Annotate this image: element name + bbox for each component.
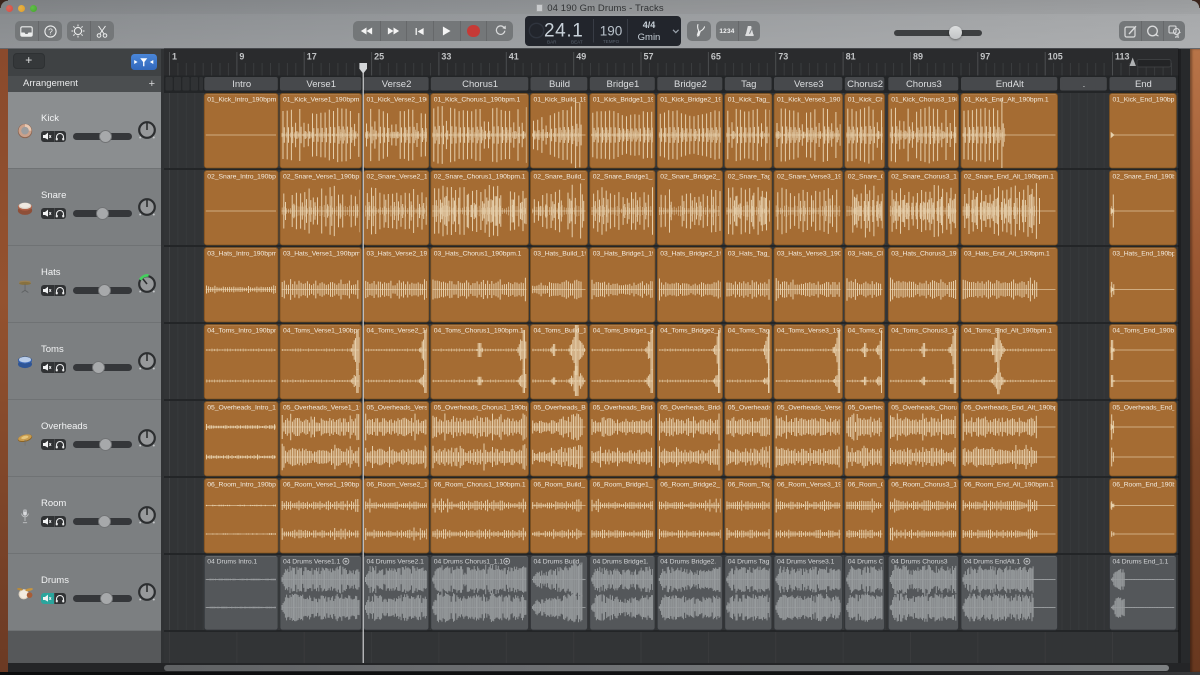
svg-text:End: End bbox=[1135, 79, 1152, 90]
svg-text:01_Kick_Chorus1_190bpm.1: 01_Kick_Chorus1_190bpm.1 bbox=[434, 97, 521, 104]
svg-text:01_Kick_End_Alt_190bpm.1: 01_Kick_End_Alt_190bpm.1 bbox=[964, 97, 1049, 104]
svg-text:1: 1 bbox=[172, 52, 177, 62]
svg-text:Chorus3: Chorus3 bbox=[906, 79, 942, 90]
svg-text:33: 33 bbox=[441, 52, 451, 62]
svg-text:Bridge2: Bridge2 bbox=[674, 79, 707, 90]
svg-text:41: 41 bbox=[509, 52, 519, 62]
svg-text:73: 73 bbox=[778, 52, 788, 62]
svg-text:03_Hats_Chorus1_190bpm.1: 03_Hats_Chorus1_190bpm.1 bbox=[434, 251, 522, 258]
svg-text:04 Drums Chorus1_1.1: 04 Drums Chorus1_1.1 bbox=[434, 559, 504, 566]
svg-text:Build: Build bbox=[549, 79, 570, 90]
svg-text:105: 105 bbox=[1048, 52, 1063, 62]
svg-text:4/4: 4/4 bbox=[643, 20, 656, 30]
svg-text:06_Room_Chorus1_190bpm.1: 06_Room_Chorus1_190bpm.1 bbox=[434, 482, 526, 489]
svg-text:05_Overheads_End_Alt_190bpm.1: 05_Overheads_End_Alt_190bpm.1 bbox=[964, 405, 1069, 412]
svg-text:190: 190 bbox=[600, 24, 623, 39]
svg-text:02_Snare_Chorus1_190bpm.1: 02_Snare_Chorus1_190bpm.1 bbox=[434, 174, 526, 181]
svg-text:BAR: BAR bbox=[547, 40, 557, 45]
svg-text:04_Toms_Intro_190bpm.1: 04_Toms_Intro_190bpm.1 bbox=[207, 328, 285, 335]
svg-text:04 Drums Intro.1: 04 Drums Intro.1 bbox=[207, 559, 257, 566]
svg-text:03_Hats_Intro_190bpm.1: 03_Hats_Intro_190bpm.1 bbox=[207, 251, 283, 258]
svg-text:04 Drums Bridge2.: 04 Drums Bridge2. bbox=[660, 559, 716, 566]
svg-text:97: 97 bbox=[980, 52, 990, 62]
svg-text:03_Hats_Verse1_190bpm.1: 03_Hats_Verse1_190bpm.1 bbox=[283, 251, 366, 258]
svg-text:113: 113 bbox=[1115, 52, 1130, 62]
svg-text:?: ? bbox=[48, 26, 53, 36]
svg-text:03_Hats_End_Alt_190bpm.1: 03_Hats_End_Alt_190bpm.1 bbox=[964, 251, 1050, 258]
svg-text:06_Room_Verse1_190bpm.1: 06_Room_Verse1_190bpm.1 bbox=[283, 482, 371, 489]
svg-text:9: 9 bbox=[239, 52, 244, 62]
svg-text:04_Toms_Chorus1_190bpm.1: 04_Toms_Chorus1_190bpm.1 bbox=[434, 328, 524, 335]
svg-text:TEMPO: TEMPO bbox=[603, 39, 620, 44]
svg-text:04 Drums End_1.1: 04 Drums End_1.1 bbox=[1113, 559, 1169, 566]
svg-text:04 Drums EndAlt.1: 04 Drums EndAlt.1 bbox=[964, 559, 1020, 566]
svg-text:04 Drums Verse1.1: 04 Drums Verse1.1 bbox=[283, 559, 341, 566]
svg-text:Bridge1: Bridge1 bbox=[607, 79, 640, 90]
svg-text:24.1: 24.1 bbox=[544, 21, 583, 42]
svg-text:04 Drums Ch: 04 Drums Ch bbox=[848, 559, 888, 566]
svg-text:57: 57 bbox=[644, 52, 654, 62]
svg-text:04 Drums Verse2.1: 04 Drums Verse2.1 bbox=[367, 559, 425, 566]
svg-text:EndAlt: EndAlt bbox=[996, 79, 1024, 90]
svg-text:BEAT: BEAT bbox=[571, 40, 583, 45]
svg-text:05_Overheads_Chorus1_190bpm.1: 05_Overheads_Chorus1_190bpm.1 bbox=[434, 405, 541, 412]
svg-text:04 Drums Tag.: 04 Drums Tag. bbox=[728, 559, 772, 566]
svg-text:.: . bbox=[1083, 79, 1086, 90]
svg-text:81: 81 bbox=[846, 52, 856, 62]
svg-text:02_Snare_Verse1_190bpm.1: 02_Snare_Verse1_190bpm.1 bbox=[283, 174, 370, 181]
svg-text:06_Room_Intro_190bpm.1: 06_Room_Intro_190bpm.1 bbox=[207, 482, 287, 489]
svg-text:04 Drums Verse3.1: 04 Drums Verse3.1 bbox=[777, 559, 835, 566]
svg-text:01_Kick_Intro_190bpm.1: 01_Kick_Intro_190bpm.1 bbox=[207, 97, 282, 104]
svg-text:Chorus1: Chorus1 bbox=[462, 79, 498, 90]
svg-text:Verse1: Verse1 bbox=[306, 79, 336, 90]
svg-text:65: 65 bbox=[711, 52, 721, 62]
svg-text:Verse3: Verse3 bbox=[794, 79, 824, 90]
svg-text:Gmin: Gmin bbox=[638, 32, 661, 43]
svg-text:Chorus2: Chorus2 bbox=[847, 79, 883, 90]
svg-text:02_Snare_Intro_190bpm.1: 02_Snare_Intro_190bpm.1 bbox=[207, 174, 287, 181]
svg-text:17: 17 bbox=[307, 52, 317, 62]
svg-text:25: 25 bbox=[374, 52, 384, 62]
svg-text:89: 89 bbox=[913, 52, 923, 62]
svg-text:06_Room_End_Alt_190bpm.1: 06_Room_End_Alt_190bpm.1 bbox=[964, 482, 1054, 489]
svg-text:01_Kick_Verse1_190bpm.1: 01_Kick_Verse1_190bpm.1 bbox=[283, 97, 365, 104]
svg-text:04 Drums Bridge1.: 04 Drums Bridge1. bbox=[593, 559, 649, 566]
svg-text:Verse2: Verse2 bbox=[382, 79, 412, 90]
svg-text:04_Toms_Verse1_190bpm.1: 04_Toms_Verse1_190bpm.1 bbox=[283, 328, 369, 335]
svg-text:Intro: Intro bbox=[232, 79, 251, 90]
svg-text:04 Drums Chorus3: 04 Drums Chorus3 bbox=[891, 559, 948, 566]
svg-text:02_Snare_End_Alt_190bpm.1: 02_Snare_End_Alt_190bpm.1 bbox=[964, 174, 1054, 181]
svg-text:49: 49 bbox=[576, 52, 586, 62]
svg-text:Tag: Tag bbox=[741, 79, 756, 90]
svg-text:04_Toms_End_Alt_190bpm.1: 04_Toms_End_Alt_190bpm.1 bbox=[964, 328, 1052, 335]
